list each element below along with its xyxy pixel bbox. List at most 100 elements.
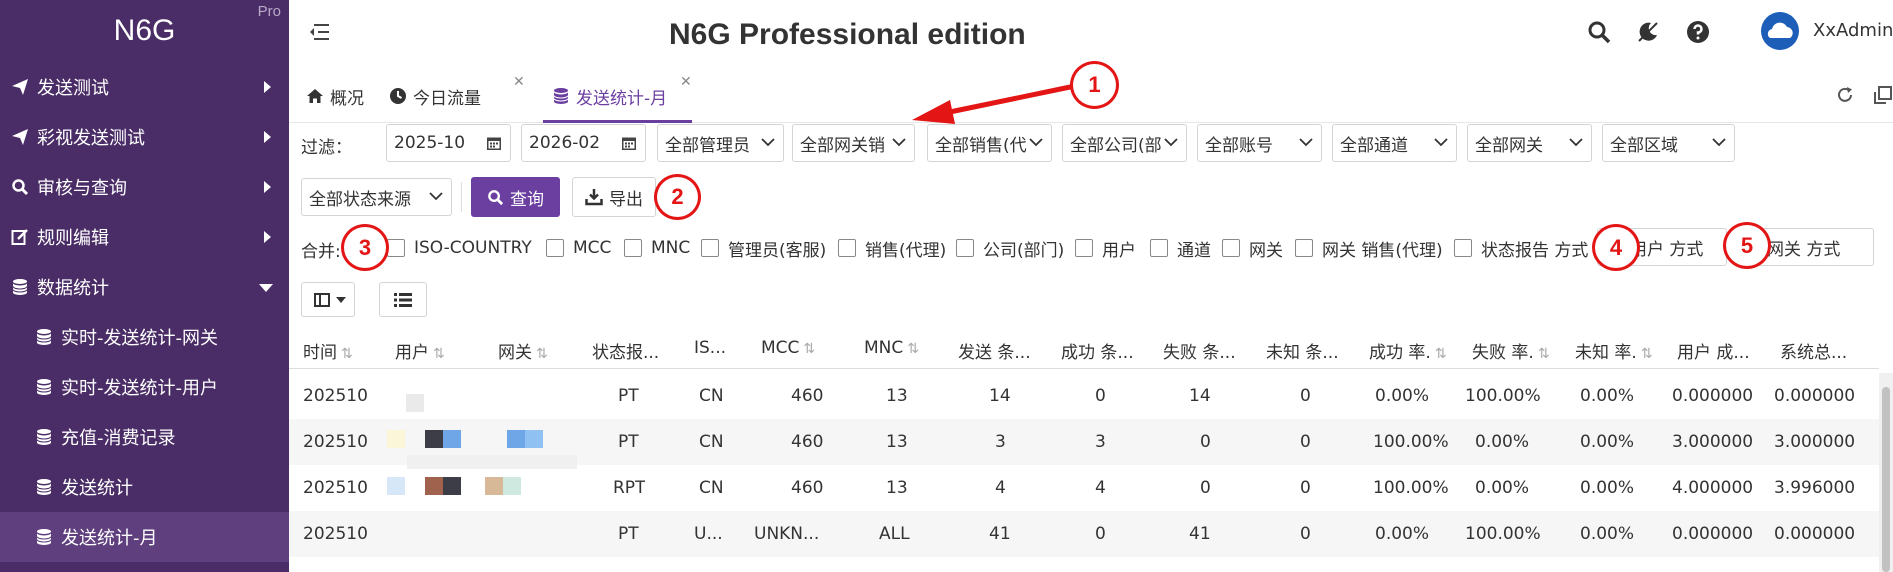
merge-gateway-checkbox[interactable]: 网关 xyxy=(1222,236,1283,261)
sidebar-item-realtime-user[interactable]: 实时-发送统计-用户 xyxy=(0,362,289,412)
sidebar-item-audit-query[interactable]: 审核与查询 xyxy=(0,162,289,212)
column-toggle-button[interactable] xyxy=(301,282,355,317)
sidebar-item-send-stats[interactable]: 发送统计 xyxy=(0,462,289,512)
avatar[interactable] xyxy=(1761,12,1799,50)
table-row[interactable]: 202510 PT CN 460 13 14 0 14 0 0.00% 100.… xyxy=(289,373,1879,419)
menu-toggle-icon[interactable] xyxy=(309,22,331,42)
top-header: N6G Professional edition XxAdmin ▾ xyxy=(289,0,1893,65)
column-header-unknown-rate[interactable]: 未知 率. ⇅ xyxy=(1575,338,1669,363)
date-to-input[interactable]: 2026-02 xyxy=(521,124,646,162)
refresh-icon[interactable] xyxy=(1835,85,1855,105)
chevron-right-icon xyxy=(264,231,271,243)
scrollbar-thumb[interactable] xyxy=(1882,387,1890,572)
admin-select[interactable]: 全部管理员 xyxy=(657,124,784,162)
sidebar-item-send-test[interactable]: 发送测试 xyxy=(0,62,289,112)
export-button[interactable]: 导出 xyxy=(572,177,656,217)
chevron-down-icon xyxy=(1299,138,1313,147)
database-icon xyxy=(33,326,55,348)
column-header-mcc[interactable]: MCC ⇅ xyxy=(761,338,851,358)
column-header-user-cost[interactable]: 用户 成... xyxy=(1677,338,1761,363)
table-row[interactable] xyxy=(289,557,1879,572)
sidebar-item-label: 发送统计-月 xyxy=(61,528,158,549)
column-header-gateway[interactable]: 网关 ⇅ xyxy=(498,338,578,363)
column-header-success[interactable]: 成功 条... xyxy=(1061,338,1143,363)
table-row[interactable]: 202510 RPT CN 460 13 4 4 0 0 100.00% 0.0… xyxy=(289,465,1879,511)
merge-company-checkbox[interactable]: 公司(部门) xyxy=(956,236,1064,261)
account-select[interactable]: 全部账号 xyxy=(1197,124,1322,162)
columns-icon xyxy=(314,293,330,307)
merge-mnc-checkbox[interactable]: MNC xyxy=(624,236,690,260)
column-header-iso[interactable]: IS... xyxy=(694,338,738,358)
column-header-mnc[interactable]: MNC ⇅ xyxy=(864,338,954,358)
active-tab-indicator xyxy=(543,120,692,123)
chevron-right-icon xyxy=(264,131,271,143)
column-header-user[interactable]: 用户 ⇅ xyxy=(395,338,475,363)
brand-logo: N6G Pro xyxy=(0,0,289,62)
merge-channel-checkbox[interactable]: 通道 xyxy=(1150,236,1211,261)
column-header-time[interactable]: 时间 ⇅ xyxy=(303,338,383,363)
sidebar-item-rule-edit[interactable]: 规则编辑 xyxy=(0,212,289,262)
page-title: N6G Professional edition xyxy=(669,18,1026,51)
sidebar-item-recharge-records[interactable]: 充值-消费记录 xyxy=(0,412,289,462)
sales-agent-select[interactable]: 全部销售(代 xyxy=(927,124,1052,162)
redacted-gateway xyxy=(507,430,525,448)
chevron-right-icon xyxy=(264,81,271,93)
date-from-input[interactable]: 2025-10 xyxy=(386,124,511,162)
username[interactable]: XxAdmin ▾ xyxy=(1813,20,1893,41)
sidebar-item-label: 发送测试 xyxy=(37,78,109,99)
status-source-select[interactable]: 全部状态来源 xyxy=(301,178,452,216)
merge-status-report-checkbox[interactable]: 状态报告 方式 xyxy=(1454,236,1588,261)
merge-sales-checkbox[interactable]: 销售(代理) xyxy=(838,236,946,261)
merge-iso-country-checkbox[interactable]: ISO-COUNTRY xyxy=(387,236,532,260)
tab-close-icon[interactable]: ✕ xyxy=(680,74,692,90)
chevron-down-icon xyxy=(1712,138,1726,147)
home-icon xyxy=(307,89,323,103)
sidebar-item-label: 审核与查询 xyxy=(37,178,127,199)
clock-icon xyxy=(390,88,406,104)
tab-overview[interactable]: 概况 xyxy=(306,83,364,109)
sidebar-item-send-stats-monthly[interactable]: 发送统计-月 xyxy=(0,512,289,562)
database-icon xyxy=(553,88,569,104)
gateway-select[interactable]: 全部网关 xyxy=(1467,124,1592,162)
merge-mcc-checkbox[interactable]: MCC xyxy=(546,236,611,260)
tab-close-icon[interactable]: ✕ xyxy=(513,74,525,90)
table-row[interactable]: 202510 PT U... UNKN... ALL 41 0 41 0 0.0… xyxy=(289,511,1879,557)
gateway-sales-select[interactable]: 全部网关销 xyxy=(792,124,915,162)
tab-today-traffic[interactable]: 今日流量 xyxy=(389,83,481,109)
column-header-status-report[interactable]: 状态报... xyxy=(592,338,676,363)
chevron-down-icon xyxy=(1164,138,1178,147)
calendar-icon xyxy=(487,137,501,150)
sidebar-item-realtime-gateway[interactable]: 实时-发送统计-网关 xyxy=(0,312,289,362)
sidebar-item-data-stats[interactable]: 数据统计 xyxy=(0,262,289,312)
tab-send-stats-monthly[interactable]: 发送统计-月 xyxy=(552,83,667,109)
table-header: 时间 ⇅ 用户 ⇅ 网关 ⇅ 状态报... IS... MCC ⇅ MNC ⇅ 发送 条.… xyxy=(289,327,1879,369)
column-header-system-total[interactable]: 系统总... xyxy=(1780,338,1864,363)
filter-label: 过滤： xyxy=(301,138,352,158)
sidebar-item-label: 彩视发送测试 xyxy=(37,128,145,149)
search-icon[interactable] xyxy=(1587,20,1611,44)
theme-toggle-icon[interactable] xyxy=(1636,20,1660,44)
column-header-success-rate[interactable]: 成功 率. ⇅ xyxy=(1369,338,1463,363)
column-header-unknown[interactable]: 未知 条... xyxy=(1266,338,1348,363)
column-header-sent[interactable]: 发送 条... xyxy=(958,338,1042,363)
fullscreen-icon[interactable] xyxy=(1873,85,1893,105)
caret-down-icon xyxy=(336,297,346,303)
region-select[interactable]: 全部区域 xyxy=(1602,124,1735,162)
help-icon[interactable] xyxy=(1686,20,1710,44)
sidebar-item-mms-send-test[interactable]: 彩视发送测试 xyxy=(0,112,289,162)
column-header-fail-rate[interactable]: 失败 率. ⇅ xyxy=(1472,338,1566,363)
search-icon xyxy=(488,189,504,205)
column-header-failed[interactable]: 失败 条... xyxy=(1163,338,1245,363)
table-scrollbar[interactable] xyxy=(1879,373,1893,572)
merge-gateway-sales-checkbox[interactable]: 网关 销售(代理) xyxy=(1295,236,1443,261)
sidebar: N6G Pro 发送测试 彩视发送测试 审核与查询 规则编辑 数据统计 实时-发… xyxy=(0,0,289,572)
merge-admin-checkbox[interactable]: 管理员(客服) xyxy=(701,236,826,261)
query-button[interactable]: 查询 xyxy=(471,177,560,217)
download-icon xyxy=(585,189,603,206)
sidebar-item-label: 数据统计 xyxy=(37,278,109,299)
channel-select[interactable]: 全部通道 xyxy=(1332,124,1457,162)
table-row[interactable]: 202510 PT CN 460 13 3 3 0 0 100.00% 0.00… xyxy=(289,419,1879,469)
merge-user-checkbox[interactable]: 用户 xyxy=(1075,236,1136,261)
company-select[interactable]: 全部公司(部 xyxy=(1062,124,1187,162)
list-view-button[interactable] xyxy=(379,282,427,317)
